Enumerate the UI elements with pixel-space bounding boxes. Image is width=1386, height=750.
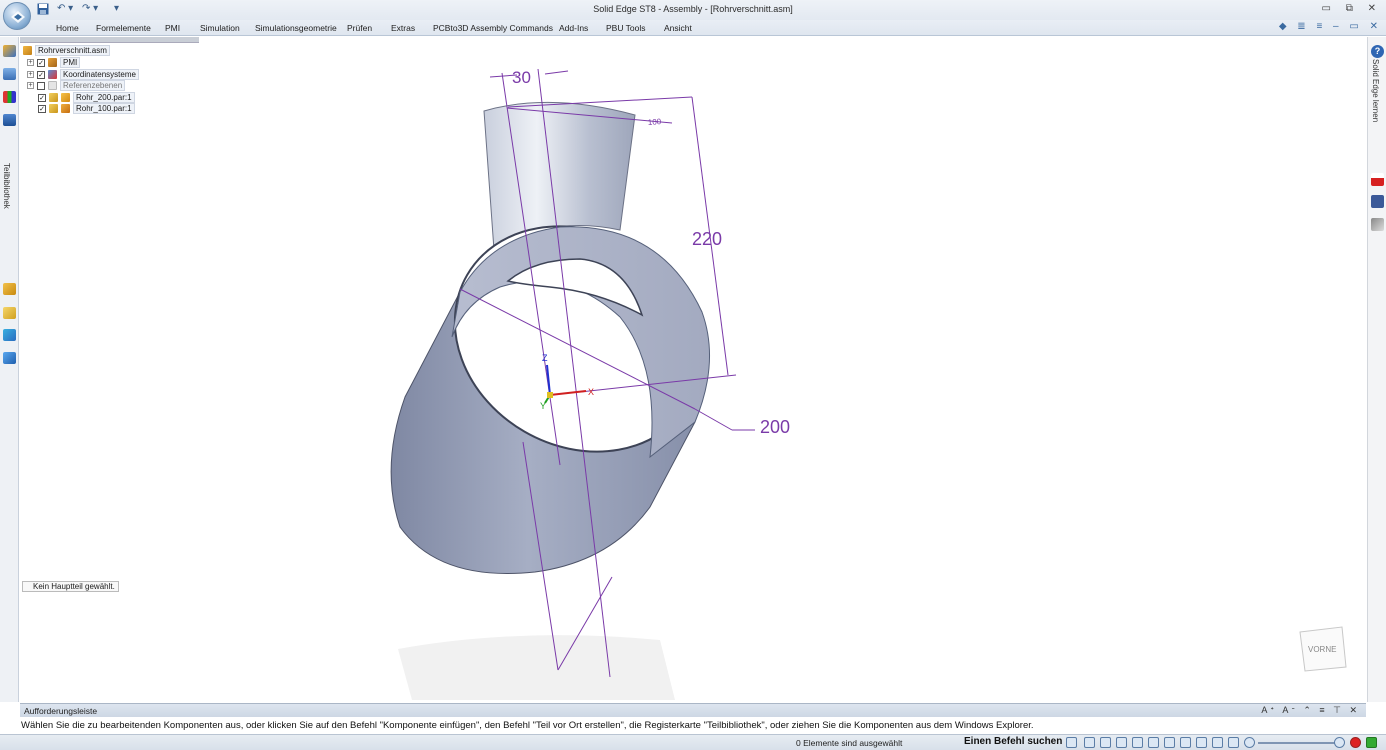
shaded-view-icon[interactable]	[1212, 737, 1223, 748]
record-icon[interactable]	[1350, 737, 1361, 748]
tab-pmi[interactable]: PMI	[165, 23, 180, 33]
tab-pcbto3d[interactable]: PCBto3D Assembly Commands	[433, 23, 553, 33]
tab-ansicht[interactable]: Ansicht	[664, 23, 692, 33]
select-tool-icon[interactable]	[1066, 737, 1077, 748]
zoom-icon[interactable]	[1100, 737, 1111, 748]
ground-shadow	[398, 635, 675, 700]
dimension-200[interactable]: 200	[760, 417, 790, 437]
solid-edge-logo-icon	[11, 11, 25, 23]
tab-pbu-tools[interactable]: PBU Tools	[606, 23, 646, 33]
tab-home[interactable]: Home	[56, 23, 79, 33]
dimension-220[interactable]: 220	[692, 229, 722, 249]
tab-simulation[interactable]: Simulation	[200, 23, 240, 33]
named-views-icon[interactable]	[1196, 737, 1207, 748]
rotate-icon[interactable]	[1148, 737, 1159, 748]
tab-simulationsgeometrie[interactable]: Simulationsgeometrie	[255, 23, 337, 33]
view-controls	[1066, 737, 1386, 749]
youtube-icon[interactable]	[1371, 173, 1384, 186]
spin-about-icon[interactable]	[1164, 737, 1175, 748]
zoom-in-icon[interactable]	[1334, 737, 1345, 748]
engineering-reference-icon[interactable]	[3, 352, 16, 364]
graphics-viewport[interactable]: 30 100 220 200 Z X Y VORNE	[20, 37, 1366, 700]
prompt-bar-title[interactable]: Aufforderungsleiste	[24, 706, 97, 716]
assembly-components-icon[interactable]	[3, 283, 16, 295]
command-search[interactable]: Einen Befehl suchen	[964, 736, 1062, 747]
axis-z-label: Z	[542, 353, 548, 363]
application-button[interactable]	[3, 2, 31, 30]
community-icon[interactable]	[1371, 218, 1384, 231]
parts-library-icon[interactable]	[3, 114, 16, 126]
sensor-icon[interactable]	[3, 307, 16, 319]
prompt-bar-controls[interactable]: Aᐩ Aᐨ ⌃ ≡ ⊤ ✕	[1261, 705, 1360, 716]
status-bar: 0 Elemente sind ausgewählt Einen Befehl …	[0, 734, 1386, 750]
ribbon-window-controls[interactable]: ◆ ≣ ≡ – ▭ ✕	[1279, 21, 1382, 32]
ribbon-tab-bar: Home Formelemente PMI Simulation Simulat…	[0, 20, 1386, 36]
pan-icon[interactable]	[1132, 737, 1143, 748]
home-view-icon[interactable]	[1366, 737, 1377, 748]
window-controls[interactable]: ▭ ⧉ ✕	[1321, 3, 1382, 14]
selection-count: 0 Elemente sind ausgewählt	[796, 738, 903, 748]
tab-pruefen[interactable]: Prüfen	[347, 23, 372, 33]
help-icon[interactable]: ?	[1371, 45, 1384, 58]
prompt-bar: Aufforderungsleiste Aᐩ Aᐨ ⌃ ≡ ⊤ ✕	[20, 703, 1366, 717]
view-styles-icon[interactable]	[1228, 737, 1239, 748]
axis-x-label: X	[588, 387, 594, 397]
view-cube-label[interactable]: VORNE	[1308, 645, 1336, 654]
tab-add-ins[interactable]: Add-Ins	[559, 23, 588, 33]
view-orientation-icon[interactable]	[1180, 737, 1191, 748]
title-bar: ↶ ▾ ↷ ▾ ▾ Solid Edge ST8 - Assembly - [R…	[0, 0, 1386, 30]
zoom-slider[interactable]	[1258, 742, 1340, 744]
axis-y-label: Y	[540, 401, 546, 411]
left-sidebar: Teilbibliothek	[0, 37, 19, 702]
solid-edge-lernen-tab[interactable]: Solid Edge lernen	[1371, 59, 1380, 122]
teilbibliothek-tab[interactable]: Teilbibliothek	[2, 163, 11, 209]
dimension-100[interactable]: 100	[648, 117, 662, 127]
zoom-out-icon[interactable]	[1244, 737, 1255, 748]
layers-icon[interactable]	[3, 68, 16, 80]
dimension-30[interactable]: 30	[512, 68, 531, 87]
fit-icon[interactable]	[1116, 737, 1127, 748]
pathfinder-icon[interactable]	[3, 45, 16, 57]
tab-extras[interactable]: Extras	[391, 23, 415, 33]
zoom-area-icon[interactable]	[1084, 737, 1095, 748]
solid-edge-window: ↶ ▾ ↷ ▾ ▾ Solid Edge ST8 - Assembly - [R…	[0, 0, 1386, 750]
tab-formelemente[interactable]: Formelemente	[96, 23, 151, 33]
assembly-model[interactable]: 30 100 220 200 Z X Y VORNE	[20, 37, 1366, 700]
prompt-message: Wählen Sie die zu bearbeitenden Komponen…	[20, 717, 1366, 733]
feature-library-icon[interactable]	[3, 329, 16, 341]
family-of-assemblies-icon[interactable]	[3, 91, 16, 103]
right-sidebar: ? Solid Edge lernen	[1367, 37, 1386, 702]
facebook-icon[interactable]	[1371, 195, 1384, 208]
window-title: Solid Edge ST8 - Assembly - [Rohrverschn…	[593, 4, 793, 14]
